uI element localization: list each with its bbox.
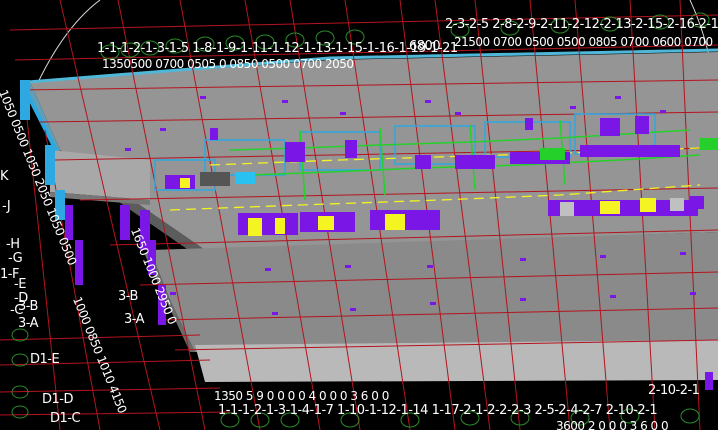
lower-slab-bottom-band bbox=[195, 340, 718, 382]
top-mid-dimension-label: 6800 bbox=[409, 39, 441, 54]
left-axis-label-h: -H bbox=[6, 237, 20, 252]
inner-row-label-3a: 3-A bbox=[124, 312, 145, 327]
top-right-axis-labels: 2-3-2-5 2-8-2-9-2-11-2-12-2-13-2-15-2-16… bbox=[445, 17, 718, 32]
left-axis-label-e: -E bbox=[14, 277, 26, 292]
top-right-dimension-labels: 21500 0700 0500 0500 0805 0700 0600 0700 bbox=[454, 35, 713, 49]
row-label-d1-d: D1-D bbox=[42, 392, 73, 407]
row-label-d1-e: D1-E bbox=[30, 352, 60, 367]
inner-row-label-3b: 3-B bbox=[118, 289, 138, 304]
left-axis-label-3a: 3-A bbox=[18, 316, 39, 331]
row-label-d1-c: D1-C bbox=[50, 411, 81, 426]
left-axis-label-j: -J bbox=[2, 199, 11, 214]
top-left-dimension-labels: 1350500 0700 0505 0 0850 0500 0700 2050 bbox=[102, 57, 354, 71]
left-axis-label-3b: 3-B bbox=[18, 299, 38, 314]
left-axis-label-k: K bbox=[0, 169, 9, 184]
bottom-right-axis-label: 2-10-2-1 bbox=[648, 383, 700, 398]
lower-slab-top[interactable] bbox=[150, 232, 718, 352]
bottom-axis-labels: 1-1-1-2-1-3-1-4-1-7 1-10-1-12-1-14 1-17-… bbox=[218, 403, 658, 418]
bim-3d-viewport[interactable]: 1-1-1-2-1-3-1-5 1-8-1-9-1-11-1-12-1-13-1… bbox=[0, 0, 718, 430]
top-left-axis-labels: 1-1-1-2-1-3-1-5 1-8-1-9-1-11-1-12-1-13-1… bbox=[97, 41, 458, 56]
left-axis-label-g: -G bbox=[8, 251, 23, 266]
bottom-right-dimension-labels: 3600 2 0 0 0 3 6 0 0 bbox=[556, 419, 669, 430]
bottom-dimension-labels: 1350 5 9 0 0 0 0 4 0 0 0 3 6 0 0 bbox=[214, 389, 389, 403]
